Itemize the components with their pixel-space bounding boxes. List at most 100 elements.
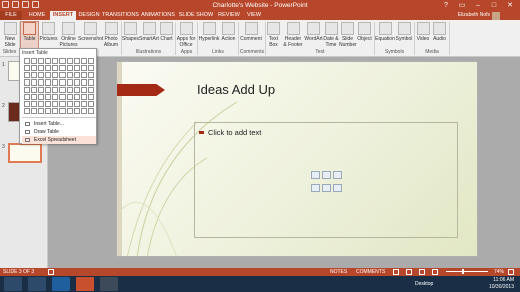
app-icon[interactable] bbox=[100, 277, 118, 291]
apps-for-office-button[interactable]: Apps for Office bbox=[176, 22, 196, 50]
comment-button[interactable]: Comment bbox=[239, 22, 263, 50]
table-grid-cell[interactable] bbox=[38, 79, 45, 86]
table-grid-cell[interactable] bbox=[52, 72, 59, 79]
draw-table-menu-item[interactable]: Draw Table bbox=[22, 128, 96, 136]
table-grid-cell[interactable] bbox=[87, 65, 94, 72]
tab-file[interactable]: FILE bbox=[0, 11, 22, 20]
table-grid-cell[interactable] bbox=[52, 93, 59, 100]
tab-design[interactable]: DESIGN bbox=[76, 11, 102, 20]
table-grid-cell[interactable] bbox=[73, 107, 80, 114]
table-grid-cell[interactable] bbox=[31, 86, 38, 93]
object-button[interactable]: Object bbox=[356, 22, 373, 50]
table-grid-cell[interactable] bbox=[66, 72, 73, 79]
table-grid-cell[interactable] bbox=[31, 100, 38, 107]
insert-smartart-placeholder-icon[interactable] bbox=[333, 171, 342, 179]
file-explorer-icon[interactable] bbox=[4, 277, 22, 291]
date-time-button[interactable]: Date & Time bbox=[323, 22, 339, 50]
table-grid-cell[interactable] bbox=[38, 86, 45, 93]
table-grid-cell[interactable] bbox=[73, 79, 80, 86]
tab-slide-show[interactable]: SLIDE SHOW bbox=[178, 11, 214, 20]
outlook-icon[interactable] bbox=[52, 277, 70, 291]
chart-button[interactable]: Chart bbox=[159, 22, 174, 50]
photo-album-button[interactable]: Photo Album bbox=[102, 22, 120, 50]
tab-view[interactable]: VIEW bbox=[243, 11, 265, 20]
table-grid-cell[interactable] bbox=[45, 93, 52, 100]
internet-explorer-icon[interactable] bbox=[28, 277, 46, 291]
table-grid-cell[interactable] bbox=[73, 93, 80, 100]
table-grid-cell[interactable] bbox=[45, 86, 52, 93]
slide-show-icon[interactable] bbox=[432, 269, 438, 275]
table-grid-cell[interactable] bbox=[31, 79, 38, 86]
table-grid-cell[interactable] bbox=[31, 93, 38, 100]
table-grid-cell[interactable] bbox=[24, 72, 31, 79]
table-grid-cell[interactable] bbox=[66, 79, 73, 86]
table-grid-cell[interactable] bbox=[45, 107, 52, 114]
audio-button[interactable]: Audio bbox=[431, 22, 448, 50]
table-grid-cell[interactable] bbox=[38, 65, 45, 72]
insert-chart-placeholder-icon[interactable] bbox=[322, 171, 331, 179]
table-grid-cell[interactable] bbox=[45, 79, 52, 86]
table-grid-cell[interactable] bbox=[31, 107, 38, 114]
tab-transitions[interactable]: TRANSITIONS bbox=[102, 11, 139, 20]
smartart-button[interactable]: SmartArt bbox=[139, 22, 159, 50]
insert-table-placeholder-icon[interactable] bbox=[311, 171, 320, 179]
reading-view-icon[interactable] bbox=[419, 269, 425, 275]
zoom-slider[interactable] bbox=[446, 271, 488, 272]
powerpoint-icon[interactable] bbox=[76, 277, 94, 291]
table-grid-cell[interactable] bbox=[87, 107, 94, 114]
table-grid-cell[interactable] bbox=[52, 79, 59, 86]
table-grid-cell[interactable] bbox=[24, 93, 31, 100]
table-grid-cell[interactable] bbox=[73, 100, 80, 107]
hyperlink-button[interactable]: Hyperlink bbox=[198, 22, 220, 50]
system-clock[interactable]: 11:06 AM 10/30/2013 bbox=[489, 277, 514, 291]
screenshot-button[interactable]: Screenshot bbox=[78, 22, 103, 50]
minimize-icon[interactable]: – bbox=[470, 0, 486, 11]
insert-table-menu-item[interactable]: Insert Table... bbox=[22, 120, 96, 128]
table-grid-cell[interactable] bbox=[38, 58, 45, 65]
table-grid-cell[interactable] bbox=[80, 100, 87, 107]
table-grid-cell[interactable] bbox=[73, 65, 80, 72]
table-grid-cell[interactable] bbox=[80, 86, 87, 93]
table-grid-cell[interactable] bbox=[38, 100, 45, 107]
table-grid-cell[interactable] bbox=[80, 93, 87, 100]
table-grid-cell[interactable] bbox=[80, 79, 87, 86]
content-bullet[interactable]: Click to add text bbox=[199, 128, 261, 137]
insert-online-picture-placeholder-icon[interactable] bbox=[322, 184, 331, 192]
slide-sorter-icon[interactable] bbox=[406, 269, 412, 275]
slide-number-button[interactable]: Slide Number bbox=[339, 22, 357, 50]
table-grid-cell[interactable] bbox=[59, 107, 66, 114]
insert-picture-placeholder-icon[interactable] bbox=[311, 184, 320, 192]
table-grid-cell[interactable] bbox=[87, 93, 94, 100]
close-icon[interactable]: ✕ bbox=[502, 0, 518, 11]
table-grid-cell[interactable] bbox=[59, 86, 66, 93]
table-grid-cell[interactable] bbox=[45, 100, 52, 107]
normal-view-icon[interactable] bbox=[393, 269, 399, 275]
table-grid-cell[interactable] bbox=[38, 72, 45, 79]
insert-video-placeholder-icon[interactable] bbox=[333, 184, 342, 192]
new-slide-button[interactable]: New Slide bbox=[2, 22, 18, 50]
pictures-button[interactable]: Pictures bbox=[39, 22, 58, 50]
tab-home[interactable]: HOME bbox=[24, 11, 50, 20]
table-grid-cell[interactable] bbox=[80, 107, 87, 114]
table-grid-cell[interactable] bbox=[73, 72, 80, 79]
wordart-button[interactable]: WordArt bbox=[304, 22, 323, 50]
notes-button[interactable]: NOTES bbox=[330, 268, 347, 276]
slide-title[interactable]: Ideas Add Up bbox=[197, 82, 275, 97]
table-grid-cell[interactable] bbox=[80, 65, 87, 72]
user-name[interactable]: Elizabeth Nofs bbox=[458, 12, 490, 18]
table-grid-cell[interactable] bbox=[45, 58, 52, 65]
table-grid-cell[interactable] bbox=[45, 65, 52, 72]
table-size-grid[interactable] bbox=[24, 58, 94, 114]
table-grid-cell[interactable] bbox=[59, 58, 66, 65]
table-grid-cell[interactable] bbox=[59, 100, 66, 107]
table-grid-cell[interactable] bbox=[66, 100, 73, 107]
table-grid-cell[interactable] bbox=[87, 86, 94, 93]
table-grid-cell[interactable] bbox=[87, 100, 94, 107]
table-grid-cell[interactable] bbox=[45, 72, 52, 79]
table-grid-cell[interactable] bbox=[87, 79, 94, 86]
table-grid-cell[interactable] bbox=[80, 72, 87, 79]
table-grid-cell[interactable] bbox=[66, 58, 73, 65]
table-grid-cell[interactable] bbox=[24, 86, 31, 93]
comments-button[interactable]: COMMENTS bbox=[356, 268, 385, 276]
table-grid-cell[interactable] bbox=[87, 72, 94, 79]
